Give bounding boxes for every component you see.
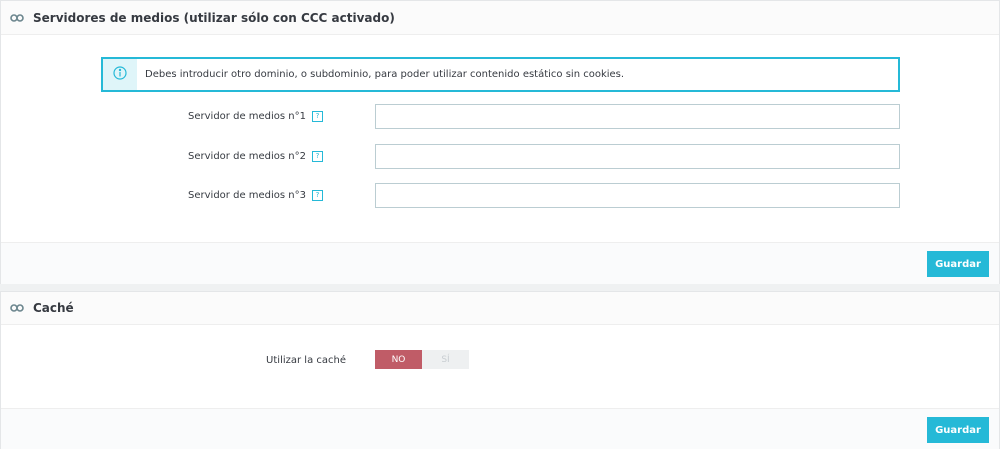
- media-server-3-input[interactable]: [375, 183, 900, 208]
- media-server-2-label-text: Servidor de medios n°2: [188, 150, 306, 162]
- media-server-1-row: Servidor de medios n°1 ?: [1, 104, 1000, 129]
- media-server-1-input[interactable]: [375, 104, 900, 129]
- cache-panel-title: Caché: [33, 301, 74, 315]
- link-icon: [9, 10, 25, 26]
- use-cache-no-option[interactable]: NO: [375, 350, 422, 369]
- media-server-2-input[interactable]: [375, 144, 900, 169]
- media-server-2-label: Servidor de medios n°2 ?: [188, 144, 323, 168]
- media-server-1-label-text: Servidor de medios n°1: [188, 110, 306, 122]
- media-servers-panel-heading: Servidores de medios (utilizar sólo con …: [1, 1, 999, 35]
- media-server-2-row: Servidor de medios n°2 ?: [1, 144, 1000, 169]
- use-cache-label: Utilizar la caché: [266, 354, 346, 366]
- info-icon: [113, 65, 127, 84]
- cache-panel-footer: Guardar: [1, 408, 999, 449]
- save-media-servers-button[interactable]: Guardar: [927, 251, 989, 277]
- cache-panel: Caché Utilizar la caché NO SÍ Guardar: [0, 291, 1000, 449]
- use-cache-switch[interactable]: NO SÍ: [375, 350, 469, 369]
- media-server-3-label: Servidor de medios n°3 ?: [188, 183, 323, 207]
- help-icon[interactable]: ?: [312, 150, 323, 162]
- media-servers-panel: Servidores de medios (utilizar sólo con …: [0, 0, 1000, 284]
- use-cache-yes-option[interactable]: SÍ: [422, 350, 469, 369]
- media-server-1-label: Servidor de medios n°1 ?: [188, 104, 323, 128]
- help-icon[interactable]: ?: [312, 110, 323, 122]
- info-alert-text: Debes introducir otro dominio, o subdomi…: [145, 69, 625, 80]
- use-cache-row: Utilizar la caché NO SÍ: [1, 350, 1000, 370]
- info-alert: Debes introducir otro dominio, o subdomi…: [101, 57, 900, 92]
- media-server-3-row: Servidor de medios n°3 ?: [1, 183, 1000, 208]
- help-icon[interactable]: ?: [312, 189, 323, 201]
- cache-panel-heading: Caché: [1, 292, 999, 325]
- media-server-3-label-text: Servidor de medios n°3: [188, 189, 306, 201]
- media-servers-panel-footer: Guardar: [1, 242, 999, 284]
- info-alert-icon-box: [103, 59, 137, 90]
- link-icon: [9, 300, 25, 316]
- save-cache-button[interactable]: Guardar: [927, 417, 989, 443]
- media-servers-panel-title: Servidores de medios (utilizar sólo con …: [33, 10, 395, 25]
